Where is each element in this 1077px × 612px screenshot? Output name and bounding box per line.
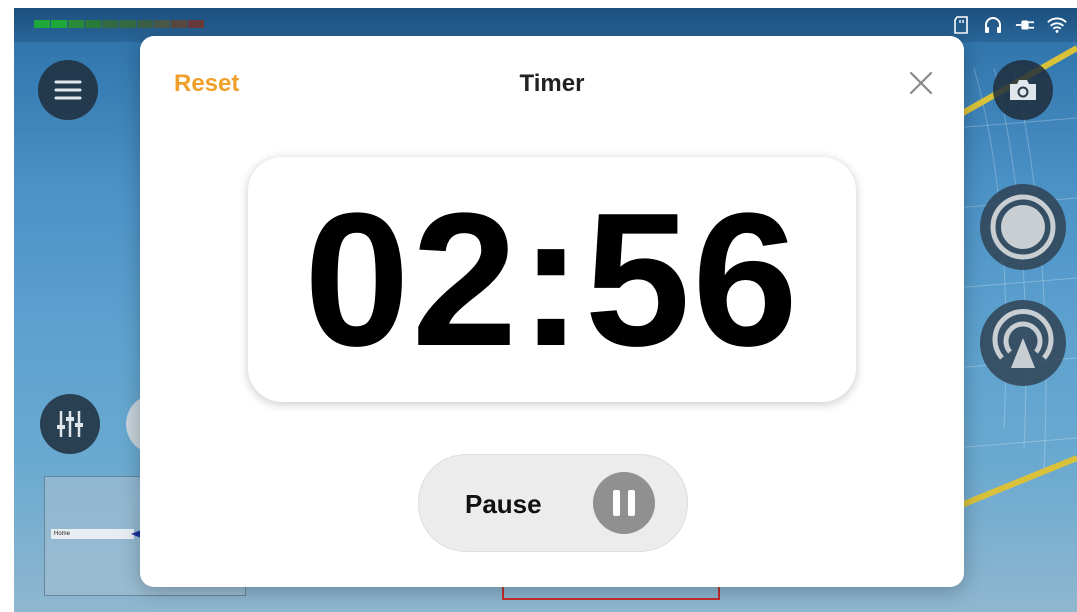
- broadcast-icon: [992, 308, 1054, 368]
- scoreboard-bar-label: Home: [51, 529, 134, 539]
- close-button[interactable]: [906, 68, 936, 98]
- camera-icon: [1010, 80, 1036, 100]
- camera-button[interactable]: [993, 60, 1053, 120]
- hamburger-menu-icon: [54, 80, 82, 100]
- headphones-icon: [983, 16, 1003, 34]
- timer-dialog: Reset Timer 02:56 Pause: [140, 36, 964, 587]
- plug-icon: [1015, 16, 1035, 34]
- sd-card-icon: [951, 16, 971, 34]
- pause-icon: [593, 472, 655, 534]
- menu-button[interactable]: [38, 60, 98, 120]
- dialog-title: Timer: [519, 70, 585, 97]
- close-icon: [909, 71, 933, 95]
- stream-button[interactable]: [980, 300, 1066, 386]
- status-icons: [951, 16, 1067, 34]
- record-button[interactable]: [980, 184, 1066, 270]
- pause-button[interactable]: Pause: [418, 454, 688, 552]
- pause-label: Pause: [465, 489, 542, 519]
- wifi-icon: [1047, 16, 1067, 34]
- sliders-icon: [57, 411, 83, 437]
- timer-card: 02:56: [248, 157, 856, 402]
- audio-level-meter: [34, 20, 204, 28]
- mixer-button[interactable]: [40, 394, 100, 454]
- timer-display: 02:56: [304, 173, 800, 386]
- record-icon: [990, 194, 1056, 260]
